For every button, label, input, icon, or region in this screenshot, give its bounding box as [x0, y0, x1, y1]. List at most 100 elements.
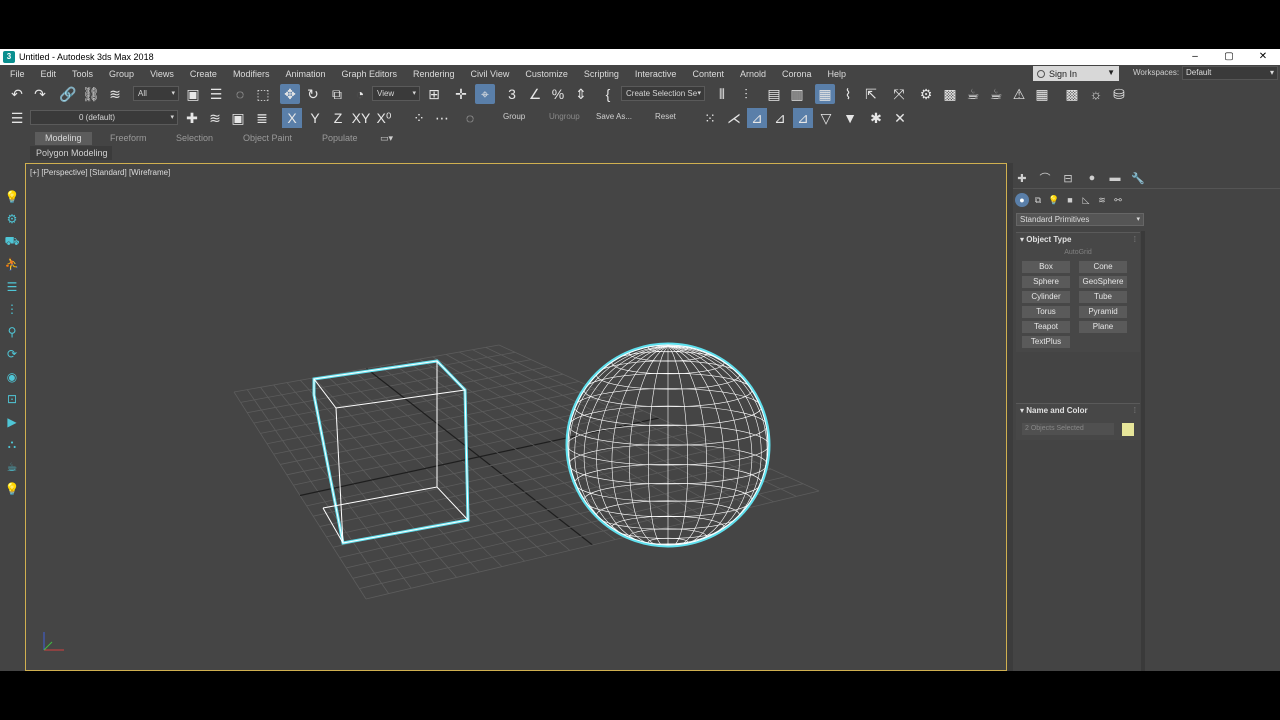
toggle-ribbon-icon[interactable]: ▦ — [815, 84, 835, 104]
window-crossing-icon[interactable]: ⬚ — [253, 84, 273, 104]
snaps-toggle-icon[interactable]: 3 — [502, 84, 522, 104]
menu-arnold[interactable]: Arnold — [732, 69, 774, 79]
object-color-swatch[interactable] — [1122, 423, 1134, 436]
redo-icon[interactable]: ↷ — [30, 84, 50, 104]
axis-xp-button[interactable]: X⁰ — [374, 108, 394, 128]
maximize-button[interactable]: ▢ — [1212, 49, 1246, 65]
snap-vertex-icon[interactable]: ⋌ — [724, 108, 744, 128]
bulb-icon[interactable]: 💡 — [4, 189, 20, 205]
reset-button[interactable]: Reset — [655, 112, 676, 121]
snap-edge-icon[interactable]: ⊿ — [793, 108, 813, 128]
menu-animation[interactable]: Animation — [277, 69, 333, 79]
viewport-icon[interactable]: ⊡ — [4, 391, 20, 407]
render-icon[interactable]: ▶ — [4, 414, 20, 430]
teapot-icon[interactable]: ☕ — [4, 459, 20, 475]
group-button[interactable]: Group — [503, 112, 525, 121]
menu-scripting[interactable]: Scripting — [576, 69, 627, 79]
tab-object-paint[interactable]: Object Paint — [233, 132, 302, 145]
corona-icon[interactable]: ⛁ — [1109, 84, 1129, 104]
box-button[interactable]: Box — [1022, 261, 1070, 273]
selection-filter-select[interactable]: All ▾ — [133, 86, 179, 101]
helpers-icon[interactable]: ◺ — [1079, 193, 1093, 207]
link-icon[interactable]: 🔗 — [58, 84, 78, 104]
render-iterative-icon[interactable]: ☕ — [986, 84, 1006, 104]
snap-endpoint-icon[interactable]: ⊿ — [747, 108, 767, 128]
menu-customize[interactable]: Customize — [517, 69, 576, 79]
rendered-frame-window-icon[interactable]: ▩ — [940, 84, 960, 104]
minimize-button[interactable]: – — [1178, 49, 1212, 65]
systems-icon[interactable]: ⚯ — [1111, 193, 1125, 207]
material-editor-icon[interactable]: ⤧ — [889, 84, 909, 104]
menu-corona[interactable]: Corona — [774, 69, 820, 79]
save-as-button[interactable]: Save As... — [596, 112, 632, 121]
tab-selection[interactable]: Selection — [166, 132, 223, 145]
select-by-name-icon[interactable]: ☰ — [206, 84, 226, 104]
array-icon[interactable]: ⁘ — [409, 108, 429, 128]
menu-graph-editors[interactable]: Graph Editors — [333, 69, 405, 79]
list-icon[interactable]: ☰ — [4, 279, 20, 295]
snapshot-icon[interactable]: ⋯ — [432, 108, 452, 128]
sphere-object[interactable] — [565, 342, 771, 548]
layer-select[interactable]: 0 (default) ▾ — [30, 110, 178, 125]
select-object-icon[interactable]: ▣ — [183, 84, 203, 104]
tube-button[interactable]: Tube — [1079, 291, 1127, 303]
layer-icon[interactable]: ⚲ — [4, 324, 20, 340]
ribbon-polygon-modeling[interactable]: Polygon Modeling — [30, 146, 112, 160]
snap-face-icon[interactable]: ▽ — [816, 108, 836, 128]
menu-content[interactable]: Content — [684, 69, 732, 79]
cameras-icon[interactable]: ■ — [1063, 193, 1077, 207]
group-tool-icon[interactable]: ⛬ — [4, 436, 20, 452]
checker-icon[interactable]: ▩ — [1062, 84, 1082, 104]
select-layer-objects-icon[interactable]: ▣ — [228, 108, 248, 128]
cone-button[interactable]: Cone — [1079, 261, 1127, 273]
layers-icon[interactable]: ☰ — [7, 108, 27, 128]
scene-icon[interactable]: ⛟ — [4, 234, 20, 250]
textplus-button[interactable]: TextPlus — [1022, 336, 1070, 348]
snap-grid-icon[interactable]: ⁙ — [700, 108, 720, 128]
menu-tools[interactable]: Tools — [64, 69, 101, 79]
snap-midpoint-icon[interactable]: ⊿ — [770, 108, 790, 128]
gear-icon[interactable]: ⚙ — [4, 211, 20, 227]
tab-populate[interactable]: Populate — [312, 132, 368, 145]
menu-civil-view[interactable]: Civil View — [463, 69, 518, 79]
material-icon[interactable]: ◉ — [4, 369, 20, 385]
align-icon[interactable]: ⫶ — [736, 84, 756, 104]
modify-tab-icon[interactable]: ⌒ — [1036, 170, 1054, 186]
curve-editor-icon[interactable]: ⌇ — [838, 84, 858, 104]
keyboard-shortcut-override-icon[interactable]: ⌖ — [475, 84, 495, 104]
warning-icon[interactable]: ⚠ — [1009, 84, 1029, 104]
unlink-icon[interactable]: ⛓ — [81, 84, 101, 104]
command-panel-scrollbar[interactable] — [1141, 231, 1145, 671]
menu-file[interactable]: File — [0, 69, 33, 79]
object-type-header[interactable]: ▾ Object Type ⁞ — [1016, 233, 1140, 247]
scene-explorer-icon[interactable]: ▤ — [764, 84, 784, 104]
teapot-button[interactable]: Teapot — [1022, 321, 1070, 333]
select-manipulate-icon[interactable]: ✛ — [451, 84, 471, 104]
stack-layers-icon[interactable]: ≋ — [205, 108, 225, 128]
torus-button[interactable]: Torus — [1022, 306, 1070, 318]
lights-icon[interactable]: 💡 — [1047, 193, 1061, 207]
geometry-icon[interactable]: ● — [1015, 193, 1029, 207]
plane-button[interactable]: Plane — [1079, 321, 1127, 333]
space-warps-icon[interactable]: ≋ — [1095, 193, 1109, 207]
tab-modeling[interactable]: Modeling — [35, 132, 92, 145]
snap-pivot-icon[interactable]: ▼ — [840, 108, 860, 128]
rectangular-selection-icon[interactable]: ◌ — [230, 84, 250, 104]
menu-modifiers[interactable]: Modifiers — [225, 69, 278, 79]
percent-snap-icon[interactable]: % — [548, 84, 568, 104]
axis-xy-button[interactable]: XY — [351, 108, 371, 128]
axis-x-button[interactable]: X — [282, 108, 302, 128]
pivot-center-icon[interactable]: ⊞ — [424, 84, 444, 104]
motion-tab-icon[interactable]: ● — [1083, 170, 1101, 186]
snap-axis-icon[interactable]: ✕ — [890, 108, 910, 128]
tab-freeform[interactable]: Freeform — [100, 132, 157, 145]
bind-space-warp-icon[interactable]: ≋ — [105, 84, 125, 104]
render-frame-icon[interactable]: ▦ — [1032, 84, 1052, 104]
populate-icon[interactable]: ⛹ — [4, 256, 20, 272]
explorer-icon[interactable]: ⋮ — [4, 301, 20, 317]
geosphere-button[interactable]: GeoSphere — [1079, 276, 1127, 288]
undo-icon[interactable]: ↶ — [7, 84, 27, 104]
place-icon[interactable]: ◔ — [350, 84, 370, 104]
menu-views[interactable]: Views — [142, 69, 182, 79]
schematic-view-icon[interactable]: ⇱ — [861, 84, 881, 104]
